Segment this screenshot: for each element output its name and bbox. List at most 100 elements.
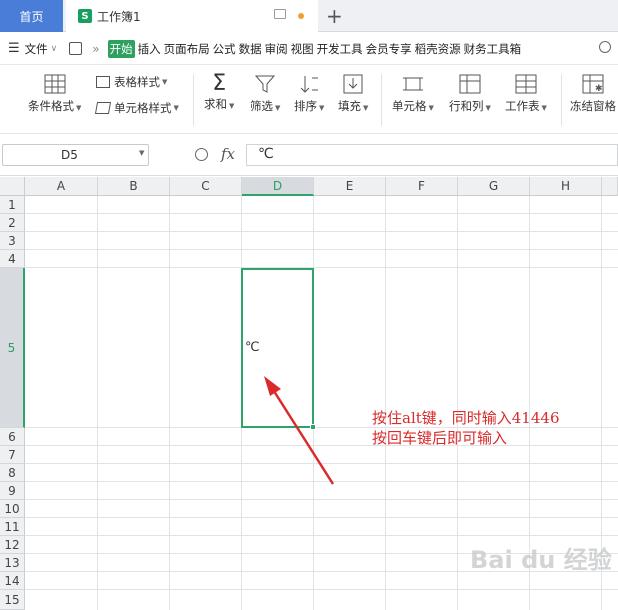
sigma-icon: Σ [212,71,227,96]
menu-bar: ☰ 文件 ∨ » 开始 插入 页面布局 公式 数据 审阅 视图 开发工具 会员专… [0,33,618,65]
chevron-down-icon[interactable]: ▼ [139,149,144,157]
funnel-icon [255,75,276,93]
monitor-icon[interactable] [274,9,286,19]
menu-view[interactable]: 视图 [291,41,314,57]
tab-home[interactable]: 首页 [0,0,63,32]
row-col-button[interactable]: 行和列 ▼ [449,74,491,114]
cell-style-label: 单元格样式 [114,101,172,115]
row-header-5[interactable]: 5 [0,268,25,428]
select-all-corner[interactable] [0,177,25,196]
svg-text:✱: ✱ [595,84,603,94]
sort-label: 排序 [294,99,317,113]
divider [193,74,194,126]
gridline [97,196,98,610]
row-header-4[interactable]: 4 [0,250,25,268]
menu-page-layout[interactable]: 页面布局 [164,41,210,57]
unsaved-dot-icon [298,13,304,19]
menu-formula[interactable]: 公式 [213,41,236,57]
row-header-3[interactable]: 3 [0,232,25,250]
tab-home-label: 首页 [19,9,44,24]
filter-label: 筛选 [250,99,273,113]
sum-button[interactable]: Σ 求和 ▼ [204,72,234,112]
conditional-format-label: 条件格式 [28,99,74,113]
conditional-format-button[interactable]: 条件格式 ▼ [28,74,81,114]
row-header-2[interactable]: 2 [0,214,25,232]
arrow-annotation-icon [264,376,335,485]
column-header-d[interactable]: D [242,177,314,196]
sort-icon [300,76,319,93]
tab-workbook[interactable]: S 工作簿1 [66,0,318,32]
worksheet-label: 工作表 [505,99,540,113]
gridline [169,196,170,610]
formula-input[interactable]: ℃ [246,144,618,166]
menu-member[interactable]: 会员专享 [366,41,412,57]
column-header-b[interactable]: B [98,177,170,196]
row-header-13[interactable]: 13 [0,554,25,572]
menu-insert[interactable]: 插入 [138,41,161,57]
chevron-down-icon[interactable]: ∨ [51,44,58,54]
annotation-line-2: 按回车键后即可输入 [372,429,508,447]
freeze-icon: ✱ [582,74,604,94]
fx-icon[interactable]: fx [221,145,235,163]
fill-label: 填充 [338,99,361,113]
column-header-g[interactable]: G [458,177,530,196]
zoom-icon[interactable] [195,148,208,161]
menu-finance[interactable]: 财务工具箱 [464,41,522,57]
table-style-label: 表格样式 [114,75,160,89]
menu-file[interactable]: 文件 [25,41,48,57]
row-header-8[interactable]: 8 [0,464,25,482]
worksheet-button[interactable]: 工作表 ▼ [505,74,547,114]
row-header-10[interactable]: 10 [0,500,25,518]
filter-button[interactable]: 筛选 ▼ [250,74,280,114]
row-col-label: 行和列 [449,99,484,113]
menu-review[interactable]: 审阅 [265,41,288,57]
fill-down-icon [343,74,363,94]
row-col-icon [459,74,481,94]
divider [381,74,382,126]
annotation-text: 按住alt键，同时输入41446 按回车键后即可输入 [372,408,560,448]
row-header-14[interactable]: 14 [0,572,25,590]
table-style-icon [96,76,110,88]
menu-home[interactable]: 开始 [107,39,135,58]
worksheet-icon [515,74,537,94]
name-box[interactable]: D5 ▼ [2,144,149,166]
row-header-1[interactable]: 1 [0,196,25,214]
cell-d5-value: ℃ [245,340,260,355]
cell-style-button[interactable]: 单元格样式 ▼ [94,100,179,116]
menu-developer[interactable]: 开发工具 [317,41,363,57]
sum-label: 求和 [204,97,227,111]
menu-docer[interactable]: 稻壳资源 [415,41,461,57]
search-icon[interactable] [599,41,611,53]
column-header-c[interactable]: C [170,177,242,196]
cell-icon [402,77,423,91]
row-header-7[interactable]: 7 [0,446,25,464]
row-header-12[interactable]: 12 [0,536,25,554]
more-menus-icon[interactable]: » [92,42,99,56]
column-header-e[interactable]: E [314,177,386,196]
table-style-button[interactable]: 表格样式 ▼ [96,74,167,90]
hamburger-icon[interactable]: ☰ [8,41,20,56]
new-tab-button[interactable]: + [326,4,343,28]
row-header-11[interactable]: 11 [0,518,25,536]
save-icon[interactable] [69,42,83,55]
freeze-panes-button[interactable]: ✱ 冻结窗格 [570,74,616,114]
column-header-h[interactable]: H [530,177,602,196]
column-header-next[interactable] [602,177,618,196]
fill-button[interactable]: 填充 ▼ [338,74,368,114]
column-header-a[interactable]: A [25,177,98,196]
brush-icon [94,102,112,114]
freeze-panes-label: 冻结窗格 [570,99,616,113]
gridline [385,196,386,610]
cell-label: 单元格 [392,99,427,113]
grid-icon [44,74,66,94]
spreadsheet-icon: S [78,9,92,23]
row-header-9[interactable]: 9 [0,482,25,500]
menu-data[interactable]: 数据 [239,41,262,57]
sort-button[interactable]: 排序 ▼ [294,74,324,114]
column-header-f[interactable]: F [386,177,458,196]
name-box-value: D5 [61,148,78,162]
row-header-6[interactable]: 6 [0,428,25,446]
row-header-15[interactable]: 15 [0,590,25,610]
divider [561,74,562,126]
cell-button[interactable]: 单元格 ▼ [392,74,434,114]
